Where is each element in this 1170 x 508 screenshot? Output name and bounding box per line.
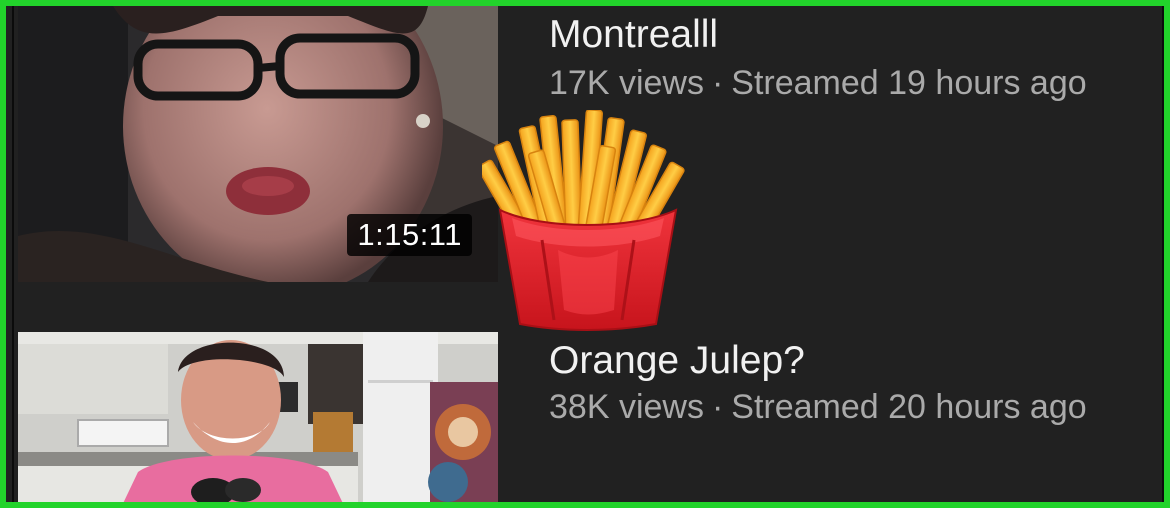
- video-title-2[interactable]: Orange Julep?: [549, 338, 805, 384]
- video-views-2: 38K views: [549, 388, 704, 426]
- screenshot-frame: 1:15:11 Montrealll 17K views · Streamed 19…: [0, 0, 1170, 508]
- video-thumbnail-1[interactable]: 1:15:11: [18, 6, 498, 282]
- video-views-1: 17K views: [549, 64, 704, 102]
- video-streamed-1: Streamed 19 hours ago: [731, 64, 1087, 102]
- video-thumbnail-2[interactable]: [18, 332, 498, 502]
- thumbnail-image-2: [18, 332, 498, 502]
- french-fries-icon: [482, 110, 685, 331]
- video-streamed-2: Streamed 20 hours ago: [731, 388, 1087, 426]
- video-meta-2: 38K views · Streamed 20 hours ago: [549, 386, 1087, 428]
- video-duration-badge: 1:15:11: [347, 214, 472, 256]
- video-title-1[interactable]: Montrealll: [549, 12, 718, 58]
- video-item-2[interactable]: Orange Julep? 38K views · Streamed 20 hour…: [12, 332, 1164, 502]
- meta-separator: ·: [711, 388, 724, 426]
- video-meta-1: 17K views · Streamed 19 hours ago: [549, 62, 1087, 104]
- meta-separator: ·: [711, 64, 724, 102]
